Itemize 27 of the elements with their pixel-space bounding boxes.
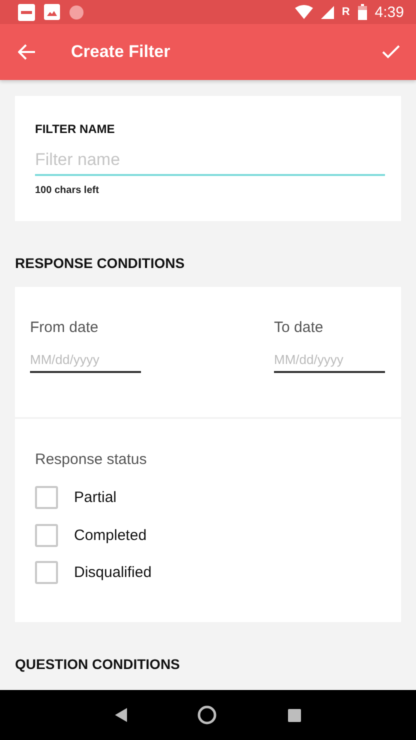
screen-title: Create Filter [71, 42, 172, 62]
battery-icon [358, 4, 367, 20]
checkbox-label: Completed [74, 526, 147, 544]
home-nav-icon[interactable] [197, 705, 218, 725]
roaming-indicator: R [342, 6, 350, 18]
chars-left-hint: 100 chars left [35, 185, 100, 196]
signal-icon [320, 6, 334, 18]
checkbox[interactable] [35, 486, 58, 510]
image-icon [44, 4, 60, 20]
checkbox-label: Disqualified [74, 564, 152, 582]
app-icon [18, 4, 35, 20]
back-nav-icon[interactable] [115, 708, 128, 722]
checkmark-icon [382, 45, 400, 59]
date-label: From date [30, 319, 100, 336]
section-heading: QUESTION CONDITIONS [15, 656, 181, 672]
checkbox[interactable] [35, 561, 58, 584]
clock-time: 4:39 [374, 4, 404, 20]
checkbox-label: Partial [74, 489, 117, 506]
back-arrow-icon [18, 44, 36, 60]
circle-icon [69, 4, 84, 20]
checkbox[interactable] [35, 524, 58, 547]
recents-nav-icon[interactable] [288, 708, 301, 722]
wifi-icon [294, 5, 313, 19]
status-label: Response status [35, 451, 148, 468]
field-label: FILTER NAME [35, 122, 116, 136]
date-label: To date [274, 319, 324, 336]
section-heading: RESPONSE CONDITIONS [15, 255, 186, 271]
